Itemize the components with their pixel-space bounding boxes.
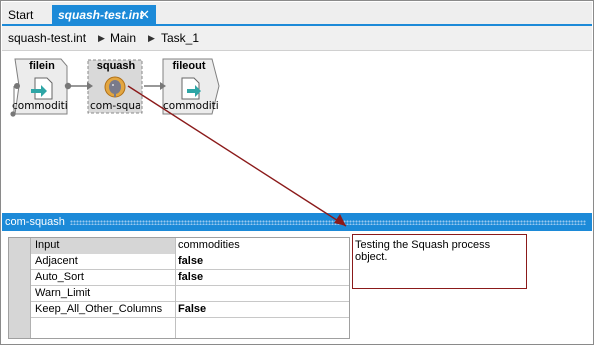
column-divider <box>175 318 176 338</box>
row-gutter <box>9 318 31 338</box>
table-row[interactable]: Keep_All_Other_Columns False <box>9 302 349 318</box>
breadcrumb-item-file[interactable]: squash-test.int <box>8 26 86 51</box>
property-grid: Input commodities Adjacent false Auto_So… <box>8 237 350 339</box>
table-row[interactable]: Auto_Sort false <box>9 270 349 286</box>
tab-squash-test[interactable]: squash-test.int ✕ <box>52 5 156 25</box>
connector-squash-fileout <box>144 82 166 90</box>
property-value[interactable]: false <box>175 270 349 286</box>
grid-empty-area <box>9 318 349 338</box>
property-value[interactable]: False <box>175 302 349 318</box>
property-value[interactable] <box>175 286 349 302</box>
panel-title: com-squash <box>5 216 65 228</box>
table-row[interactable]: Warn_Limit <box>9 286 349 302</box>
port-dots <box>10 83 20 117</box>
properties-panel-header: com-squash <box>2 213 592 231</box>
tab-bar: Start squash-test.int ✕ <box>2 2 592 25</box>
property-name: Input <box>35 238 60 253</box>
breadcrumb: squash-test.int ▶ Main ▶ Task_1 <box>2 26 592 51</box>
property-name: Keep_All_Other_Columns <box>35 303 163 315</box>
property-name: Adjacent <box>35 255 78 267</box>
flow-canvas[interactable]: filein commoditi squash com-squa fileout… <box>2 52 592 212</box>
connector-filein-squash <box>64 82 93 90</box>
property-name: Auto_Sort <box>35 271 84 283</box>
description-text: Testing the Squash process object. <box>355 239 491 263</box>
close-icon[interactable]: ✕ <box>139 5 150 25</box>
panel-drag-handle[interactable] <box>70 220 586 225</box>
breadcrumb-item-task[interactable]: Task_1 <box>161 26 199 51</box>
row-gutter <box>9 286 31 302</box>
property-name: Warn_Limit <box>35 287 91 299</box>
property-value[interactable]: commodities <box>175 238 349 254</box>
row-gutter <box>9 254 31 270</box>
description-box[interactable]: Testing the Squash process object. <box>352 234 527 289</box>
breadcrumb-separator-icon: ▶ <box>98 33 105 43</box>
connectors <box>10 82 166 117</box>
breadcrumb-item-main[interactable]: Main <box>110 26 136 51</box>
table-row[interactable]: Adjacent false <box>9 254 349 270</box>
app-window: Start squash-test.int ✕ squash-test.int … <box>0 0 594 345</box>
tab-label: Start <box>8 8 34 22</box>
breadcrumb-separator-icon: ▶ <box>148 33 155 43</box>
tab-start[interactable]: Start <box>2 5 52 25</box>
row-gutter <box>9 270 31 286</box>
table-row[interactable]: Input commodities <box>9 238 349 254</box>
row-gutter <box>9 238 31 254</box>
tab-label: squash-test.int <box>58 8 144 22</box>
row-gutter <box>9 302 31 318</box>
property-value[interactable]: false <box>175 254 349 270</box>
